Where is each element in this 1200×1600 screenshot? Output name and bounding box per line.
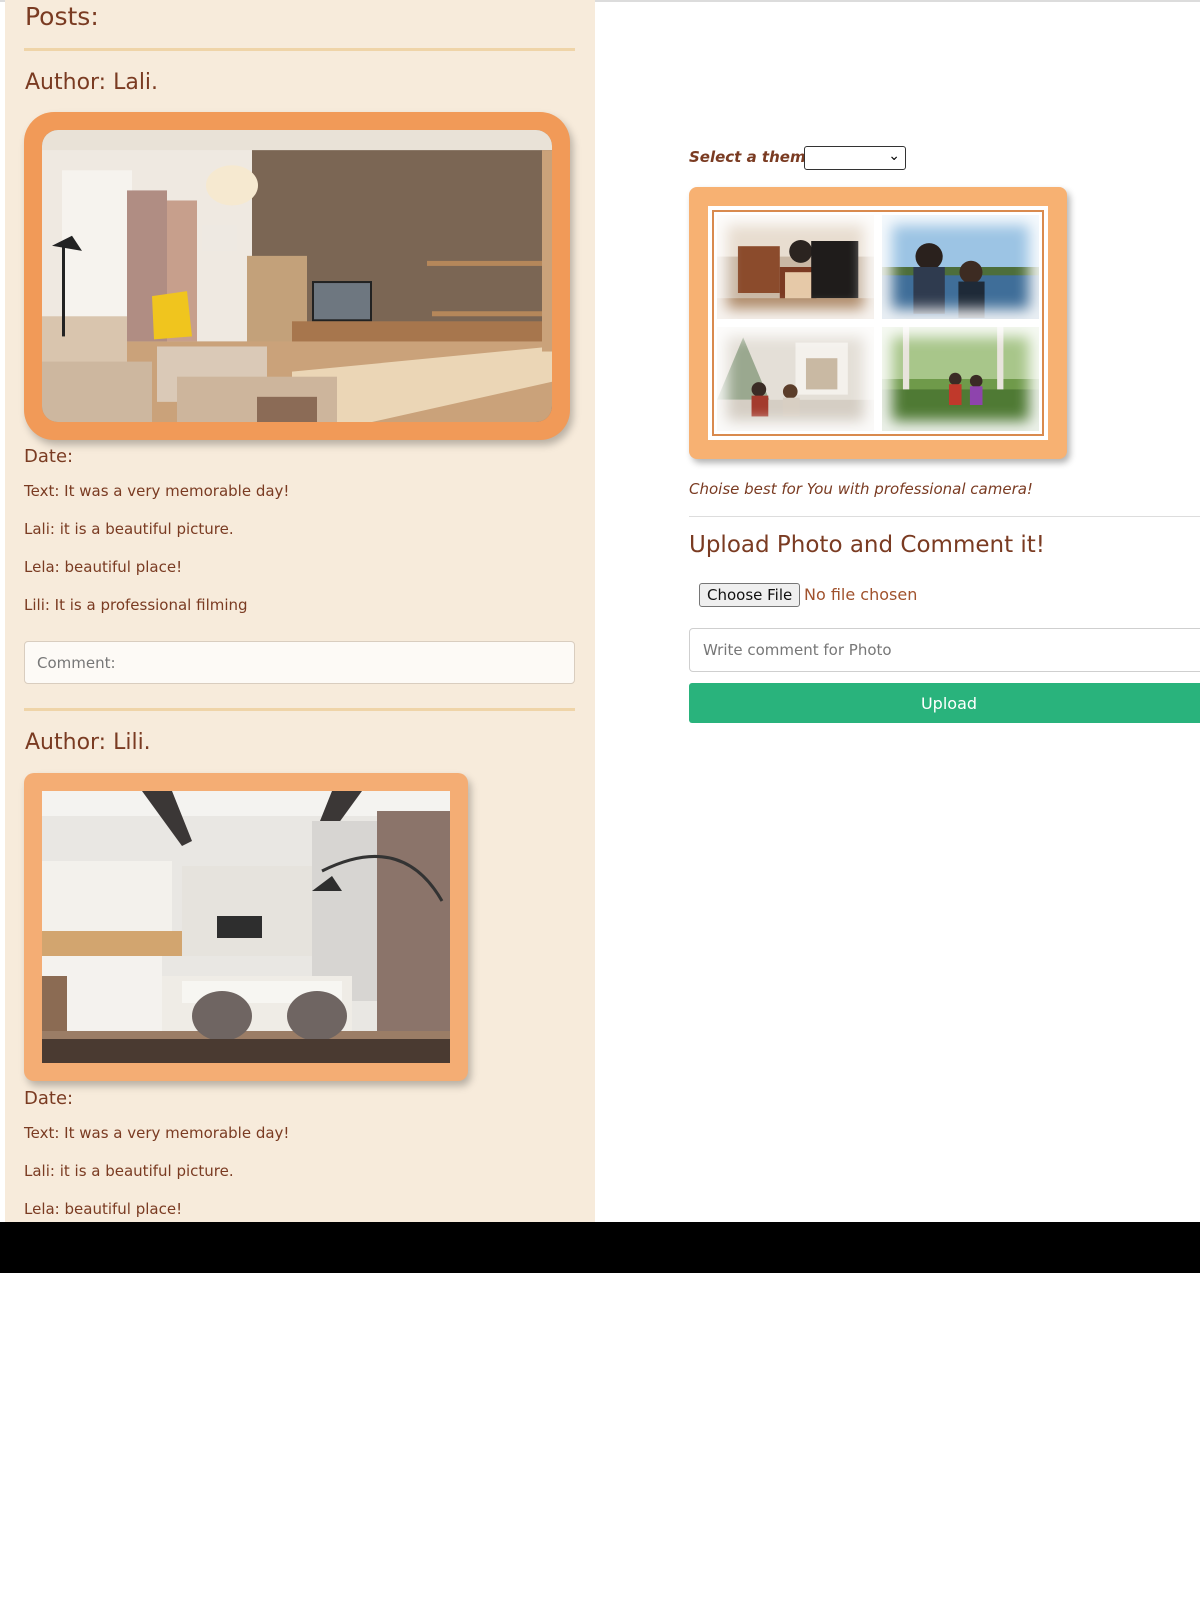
upload-button[interactable]: Upload — [689, 683, 1200, 723]
theme-caption: Choise best for You with professional ca… — [689, 480, 1033, 498]
theme-select[interactable]: ⌄ — [804, 146, 906, 170]
chevron-down-icon: ⌄ — [888, 148, 900, 164]
collage-grid — [712, 210, 1044, 436]
file-status: No file chosen — [804, 585, 918, 604]
post-photo-kitchen-living — [42, 791, 450, 1063]
collage-photo-christmas — [717, 327, 874, 431]
post-author: Author: Lali. — [25, 70, 159, 95]
post-date-label: Date: — [24, 446, 74, 467]
upload-title: Upload Photo and Comment it! — [689, 532, 1046, 558]
post-author: Author: Lili. — [25, 730, 151, 755]
post-photo-frame — [24, 773, 468, 1081]
section-divider — [689, 516, 1200, 517]
collage-photo-toys — [717, 215, 874, 319]
post-text: Text: It was a very memorable day! — [24, 1124, 290, 1142]
post-date-label: Date: — [24, 1088, 74, 1109]
post-photo-living-room — [42, 130, 552, 422]
comment-item: Lali: it is a beautiful picture. — [24, 520, 234, 538]
posts-title: Posts: — [25, 2, 99, 31]
collage-mat — [708, 206, 1048, 440]
comment-item: Lela: beautiful place! — [24, 558, 183, 576]
post-text: Text: It was a very memorable day! — [24, 482, 290, 500]
photo-comment-input[interactable] — [689, 628, 1200, 672]
collage-photo-forest — [882, 327, 1039, 431]
comment-item: Lali: it is a beautiful picture. — [24, 1162, 234, 1180]
footer-bar — [0, 1222, 1200, 1273]
comment-input[interactable] — [24, 641, 575, 684]
collage-photo-lake — [882, 215, 1039, 319]
theme-label: Select a theme: — [689, 148, 822, 166]
post-photo-frame — [24, 112, 570, 440]
choose-file-button[interactable]: Choose File — [699, 583, 801, 607]
posts-panel: Posts: Author: Lali. Date: Text: It was … — [5, 0, 595, 1222]
post-divider — [24, 48, 575, 51]
post-divider — [24, 708, 575, 711]
comment-item: Lela: beautiful place! — [24, 1200, 183, 1218]
comment-item: Lili: It is a professional filming — [24, 596, 248, 614]
theme-preview-frame — [689, 187, 1067, 459]
